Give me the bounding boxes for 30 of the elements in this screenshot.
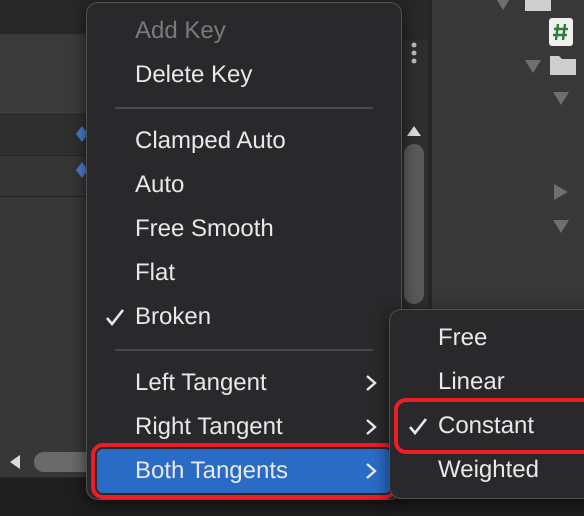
menu-item[interactable]: Flat xyxy=(97,251,391,295)
scroll-up-icon[interactable] xyxy=(407,126,421,136)
scrollbar-thumb[interactable] xyxy=(404,144,424,304)
keyframe-icon xyxy=(76,162,88,178)
menu-item[interactable]: Delete Key xyxy=(97,53,391,97)
scroll-left-icon[interactable] xyxy=(10,455,20,469)
menu-item[interactable]: Left Tangent xyxy=(97,361,391,405)
menu-item[interactable]: Broken xyxy=(97,295,391,339)
chevron-right-icon xyxy=(365,374,377,392)
menu-item[interactable]: Auto xyxy=(97,163,391,207)
chevron-right-icon xyxy=(365,418,377,436)
menu-item[interactable]: Both Tangents xyxy=(97,449,391,493)
more-icon[interactable] xyxy=(411,42,417,64)
menu-item[interactable]: Constant xyxy=(400,404,584,448)
checkmark-icon xyxy=(105,308,125,326)
menu-item[interactable]: Free xyxy=(400,316,584,360)
expand-arrow-icon[interactable] xyxy=(552,217,570,235)
menu-item[interactable]: Clamped Auto xyxy=(97,119,391,163)
collapse-arrow-icon[interactable] xyxy=(552,183,570,201)
keyframe-icon xyxy=(76,126,88,142)
menu-item[interactable]: Free Smooth xyxy=(97,207,391,251)
script-icon xyxy=(549,18,573,46)
checkmark-icon xyxy=(408,417,428,435)
menu-item[interactable]: Weighted xyxy=(400,448,584,492)
folder-icon xyxy=(549,54,577,76)
expand-arrow-icon[interactable] xyxy=(552,89,570,107)
expand-arrow-icon[interactable] xyxy=(524,57,542,75)
menu-item[interactable]: Linear xyxy=(400,360,584,404)
menu-item[interactable]: Right Tangent xyxy=(97,405,391,449)
chevron-right-icon xyxy=(365,462,377,480)
